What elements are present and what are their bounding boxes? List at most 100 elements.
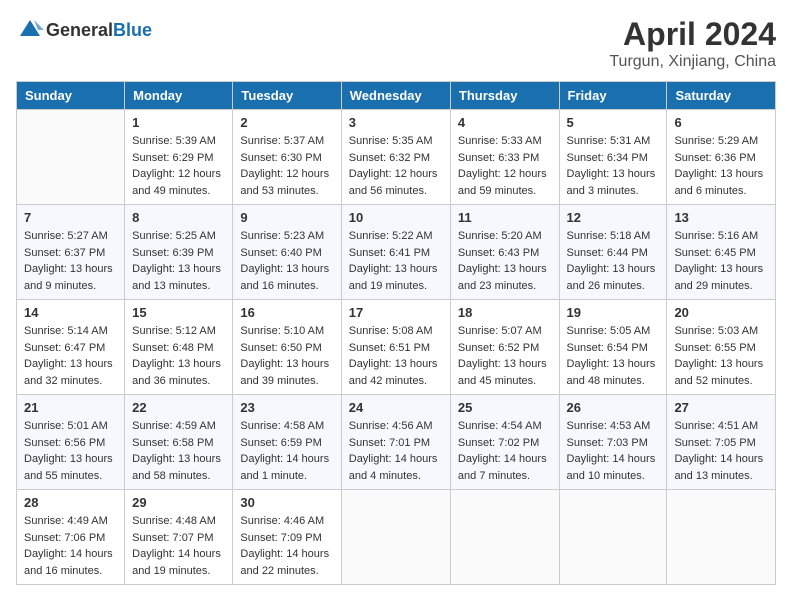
day-number: 4 [458,115,552,130]
calendar-cell: 7 Sunrise: 5:27 AM Sunset: 6:37 PM Daylig… [17,205,125,300]
cell-content: Sunrise: 4:51 AM Sunset: 7:05 PM Dayligh… [674,418,768,484]
cell-content: Sunrise: 5:08 AM Sunset: 6:51 PM Dayligh… [349,323,443,389]
calendar: SundayMondayTuesdayWednesdayThursdayFrid… [16,81,776,585]
day-number: 30 [240,495,333,510]
calendar-cell: 26 Sunrise: 4:53 AM Sunset: 7:03 PM Dayli… [559,395,667,490]
cell-content: Sunrise: 4:48 AM Sunset: 7:07 PM Dayligh… [132,513,225,579]
day-number: 29 [132,495,225,510]
cell-content: Sunrise: 5:16 AM Sunset: 6:45 PM Dayligh… [674,228,768,294]
calendar-cell: 19 Sunrise: 5:05 AM Sunset: 6:54 PM Dayli… [559,300,667,395]
calendar-header-thursday: Thursday [450,82,559,110]
day-number: 28 [24,495,117,510]
cell-content: Sunrise: 5:27 AM Sunset: 6:37 PM Dayligh… [24,228,117,294]
calendar-cell: 20 Sunrise: 5:03 AM Sunset: 6:55 PM Dayli… [667,300,776,395]
day-number: 2 [240,115,333,130]
calendar-cell: 25 Sunrise: 4:54 AM Sunset: 7:02 PM Dayli… [450,395,559,490]
cell-content: Sunrise: 5:14 AM Sunset: 6:47 PM Dayligh… [24,323,117,389]
logo-blue-text: Blue [113,20,152,40]
calendar-cell: 30 Sunrise: 4:46 AM Sunset: 7:09 PM Dayli… [233,490,341,585]
day-number: 15 [132,305,225,320]
calendar-cell: 27 Sunrise: 4:51 AM Sunset: 7:05 PM Dayli… [667,395,776,490]
calendar-header-monday: Monday [125,82,233,110]
day-number: 19 [567,305,660,320]
calendar-cell [667,490,776,585]
calendar-cell: 1 Sunrise: 5:39 AM Sunset: 6:29 PM Daylig… [125,110,233,205]
day-number: 1 [132,115,225,130]
day-number: 7 [24,210,117,225]
cell-content: Sunrise: 4:46 AM Sunset: 7:09 PM Dayligh… [240,513,333,579]
calendar-cell: 6Sunrise: 5:29 AM Sunset: 6:36 PM Daylig… [667,110,776,205]
day-number: 12 [567,210,660,225]
calendar-week-row: 21 Sunrise: 5:01 AM Sunset: 6:56 PM Dayli… [17,395,776,490]
day-number: 9 [240,210,333,225]
calendar-cell: 5 Sunrise: 5:31 AM Sunset: 6:34 PM Daylig… [559,110,667,205]
calendar-cell: 3Sunrise: 5:35 AM Sunset: 6:32 PM Daylig… [341,110,450,205]
title-area: April 2024 Turgun, Xinjiang, China [609,16,776,71]
month-title: April 2024 [609,16,776,53]
day-number: 20 [674,305,768,320]
cell-content: Sunrise: 5:35 AM Sunset: 6:32 PM Dayligh… [349,133,443,199]
calendar-header-tuesday: Tuesday [233,82,341,110]
cell-content: Sunrise: 5:39 AM Sunset: 6:29 PM Dayligh… [132,133,225,199]
cell-content: Sunrise: 5:37 AM Sunset: 6:30 PM Dayligh… [240,133,333,199]
calendar-cell: 2 Sunrise: 5:37 AM Sunset: 6:30 PM Daylig… [233,110,341,205]
cell-content: Sunrise: 5:07 AM Sunset: 6:52 PM Dayligh… [458,323,552,389]
calendar-cell: 14 Sunrise: 5:14 AM Sunset: 6:47 PM Dayli… [17,300,125,395]
logo: GeneralBlue [16,16,152,44]
calendar-week-row: 28 Sunrise: 4:49 AM Sunset: 7:06 PM Dayli… [17,490,776,585]
logo-icon [16,16,44,44]
calendar-cell: 12 Sunrise: 5:18 AM Sunset: 6:44 PM Dayli… [559,205,667,300]
cell-content: Sunrise: 5:01 AM Sunset: 6:56 PM Dayligh… [24,418,117,484]
cell-content: Sunrise: 4:49 AM Sunset: 7:06 PM Dayligh… [24,513,117,579]
day-number: 10 [349,210,443,225]
day-number: 17 [349,305,443,320]
day-number: 25 [458,400,552,415]
calendar-header-wednesday: Wednesday [341,82,450,110]
day-number: 5 [567,115,660,130]
calendar-cell: 23Sunrise: 4:58 AM Sunset: 6:59 PM Dayli… [233,395,341,490]
cell-content: Sunrise: 5:18 AM Sunset: 6:44 PM Dayligh… [567,228,660,294]
cell-content: Sunrise: 4:59 AM Sunset: 6:58 PM Dayligh… [132,418,225,484]
cell-content: Sunrise: 5:29 AM Sunset: 6:36 PM Dayligh… [674,133,768,199]
calendar-cell [341,490,450,585]
day-number: 16 [240,305,333,320]
day-number: 11 [458,210,552,225]
header: GeneralBlue April 2024 Turgun, Xinjiang,… [16,16,776,71]
day-number: 24 [349,400,443,415]
calendar-cell: 4 Sunrise: 5:33 AM Sunset: 6:33 PM Daylig… [450,110,559,205]
calendar-cell: 11 Sunrise: 5:20 AM Sunset: 6:43 PM Dayli… [450,205,559,300]
calendar-week-row: 1 Sunrise: 5:39 AM Sunset: 6:29 PM Daylig… [17,110,776,205]
calendar-cell [17,110,125,205]
cell-content: Sunrise: 5:10 AM Sunset: 6:50 PM Dayligh… [240,323,333,389]
cell-content: Sunrise: 4:56 AM Sunset: 7:01 PM Dayligh… [349,418,443,484]
cell-content: Sunrise: 5:23 AM Sunset: 6:40 PM Dayligh… [240,228,333,294]
cell-content: Sunrise: 5:31 AM Sunset: 6:34 PM Dayligh… [567,133,660,199]
day-number: 14 [24,305,117,320]
day-number: 18 [458,305,552,320]
calendar-cell: 16 Sunrise: 5:10 AM Sunset: 6:50 PM Dayli… [233,300,341,395]
cell-content: Sunrise: 5:25 AM Sunset: 6:39 PM Dayligh… [132,228,225,294]
cell-content: Sunrise: 5:33 AM Sunset: 6:33 PM Dayligh… [458,133,552,199]
cell-content: Sunrise: 5:12 AM Sunset: 6:48 PM Dayligh… [132,323,225,389]
calendar-cell: 24 Sunrise: 4:56 AM Sunset: 7:01 PM Dayli… [341,395,450,490]
calendar-cell: 21 Sunrise: 5:01 AM Sunset: 6:56 PM Dayli… [17,395,125,490]
calendar-week-row: 14 Sunrise: 5:14 AM Sunset: 6:47 PM Dayli… [17,300,776,395]
cell-content: Sunrise: 5:03 AM Sunset: 6:55 PM Dayligh… [674,323,768,389]
day-number: 22 [132,400,225,415]
calendar-cell: 15 Sunrise: 5:12 AM Sunset: 6:48 PM Dayli… [125,300,233,395]
cell-content: Sunrise: 5:22 AM Sunset: 6:41 PM Dayligh… [349,228,443,294]
calendar-cell [450,490,559,585]
cell-content: Sunrise: 4:53 AM Sunset: 7:03 PM Dayligh… [567,418,660,484]
calendar-cell [559,490,667,585]
day-number: 26 [567,400,660,415]
cell-content: Sunrise: 5:05 AM Sunset: 6:54 PM Dayligh… [567,323,660,389]
cell-content: Sunrise: 5:20 AM Sunset: 6:43 PM Dayligh… [458,228,552,294]
calendar-header-row: SundayMondayTuesdayWednesdayThursdayFrid… [17,82,776,110]
cell-content: Sunrise: 4:54 AM Sunset: 7:02 PM Dayligh… [458,418,552,484]
day-number: 21 [24,400,117,415]
calendar-cell: 17 Sunrise: 5:08 AM Sunset: 6:51 PM Dayli… [341,300,450,395]
day-number: 27 [674,400,768,415]
calendar-header-sunday: Sunday [17,82,125,110]
day-number: 13 [674,210,768,225]
calendar-week-row: 7 Sunrise: 5:27 AM Sunset: 6:37 PM Daylig… [17,205,776,300]
